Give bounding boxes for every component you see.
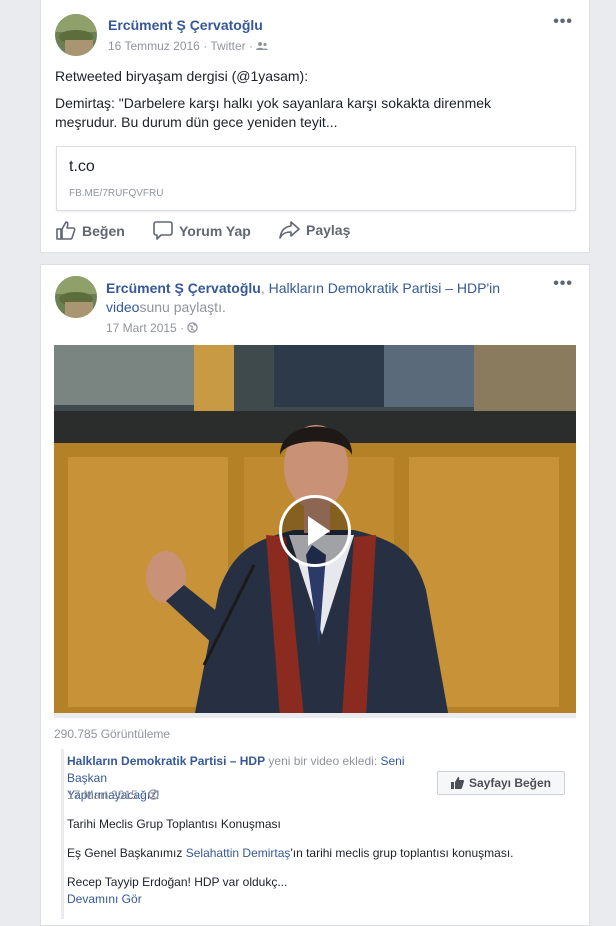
thumbs-up-icon bbox=[450, 777, 464, 789]
video-link[interactable]: video bbox=[106, 299, 139, 315]
post-options-button[interactable]: ••• bbox=[553, 13, 573, 31]
author-name[interactable]: Ercüment Ş Çervatoğlu bbox=[108, 17, 263, 33]
shared-post-desc-1: Tarihi Meclis Grup Toplantısı Konuşması bbox=[67, 817, 281, 831]
post-card-twitter: Ercüment Ş Çervatoğlu 16 Temmuz 2016 · T… bbox=[40, 0, 590, 253]
share-icon bbox=[279, 221, 300, 239]
post-meta: 17 Mart 2015 · bbox=[106, 321, 199, 335]
author-avatar[interactable] bbox=[55, 14, 97, 56]
comment-icon bbox=[153, 221, 173, 240]
author-avatar[interactable] bbox=[55, 276, 97, 318]
post-source: Twitter bbox=[210, 39, 246, 53]
link-preview-domain: FB.ME/7RUFQVFRU bbox=[69, 188, 164, 199]
play-button[interactable] bbox=[279, 495, 351, 567]
comment-button[interactable]: Yorum Yap bbox=[153, 221, 251, 240]
comment-label: Yorum Yap bbox=[179, 222, 251, 239]
like-page-button[interactable]: Sayfayı Beğen bbox=[437, 771, 565, 795]
page-link[interactable]: Halkların Demokratik Partisi – HDP bbox=[269, 280, 487, 296]
play-icon bbox=[308, 516, 330, 546]
shared-post-desc-3: Recep Tayyip Erdoğan! HDP var oldukç... bbox=[67, 875, 288, 889]
like-label: Beğen bbox=[82, 222, 125, 239]
share-button[interactable]: Paylaş bbox=[279, 221, 350, 239]
shared-page-link[interactable]: Halkların Demokratik Partisi – HDP bbox=[67, 754, 265, 768]
share-label: Paylaş bbox=[306, 222, 351, 238]
post-card-video-share: Ercüment Ş Çervatoğlu, Halkların Demokra… bbox=[40, 264, 590, 926]
post-date[interactable]: 16 Temmuz 2016 bbox=[108, 39, 200, 53]
post-date[interactable]: 17 Mart 2015 bbox=[106, 321, 177, 335]
mention-link[interactable]: Selahattin Demirtaş bbox=[186, 846, 291, 860]
shared-post-date[interactable]: 17 Mart 2015 bbox=[67, 788, 138, 802]
post-text-line-1: Retweeted biryaşam dergisi (@1yasam): bbox=[55, 68, 309, 84]
shared-post-quote-bar bbox=[61, 749, 64, 919]
like-button[interactable]: Beğen bbox=[56, 221, 125, 240]
like-icon bbox=[56, 221, 76, 240]
video-player[interactable] bbox=[54, 345, 576, 718]
view-count: 290.785 Görüntüleme bbox=[54, 727, 171, 741]
like-page-label: Sayfayı Beğen bbox=[468, 776, 552, 790]
globe-icon[interactable] bbox=[148, 789, 160, 800]
see-more-link[interactable]: Devamını Gör bbox=[67, 892, 142, 906]
post-text-line-2: Demirtaş: "Darbelere karşı halkı yok say… bbox=[55, 95, 492, 111]
link-preview-title: t.co bbox=[69, 158, 95, 175]
post-options-button[interactable]: ••• bbox=[553, 275, 573, 293]
post-header-line: Ercüment Ş Çervatoğlu, Halkların Demokra… bbox=[106, 280, 501, 315]
author-name[interactable]: Ercüment Ş Çervatoğlu bbox=[106, 280, 261, 296]
shared-post-desc-2: Eş Genel Başkanımız Selahattin Demirtaş'… bbox=[67, 846, 514, 860]
shared-post-meta: 17 Mart 2015 · bbox=[67, 788, 160, 802]
globe-icon[interactable] bbox=[187, 322, 199, 333]
post-meta: 16 Temmuz 2016 · Twitter · bbox=[108, 39, 269, 53]
friends-icon[interactable] bbox=[256, 41, 269, 51]
post-text-line-3: meşrudur. Bu durum dün gece yeniden teyi… bbox=[55, 114, 338, 130]
link-preview[interactable]: t.co FB.ME/7RUFQVFRU bbox=[56, 146, 576, 211]
